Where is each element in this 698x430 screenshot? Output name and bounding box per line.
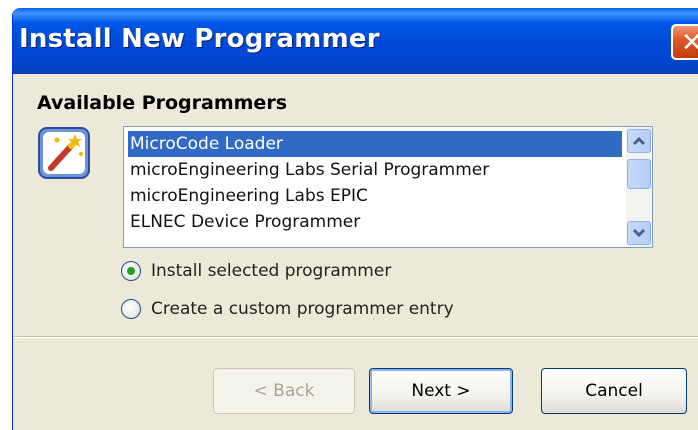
- cancel-button[interactable]: Cancel: [541, 368, 687, 414]
- radio-selected-dot: [127, 267, 135, 275]
- install-selected-radio[interactable]: [121, 261, 141, 281]
- list-item-serial-programmer[interactable]: microEngineering Labs Serial Programmer: [128, 157, 489, 183]
- back-button[interactable]: < Back: [213, 368, 355, 414]
- window-title: Install New Programmer: [19, 24, 380, 54]
- section-heading: Available Programmers: [37, 92, 287, 114]
- title-bar[interactable]: Install New Programmer ✕: [13, 8, 698, 74]
- install-new-programmer-dialog: Install New Programmer ✕ Available Progr…: [12, 8, 698, 430]
- wand-wizard-icon: [38, 127, 90, 179]
- list-item-elnec-programmer[interactable]: ELNEC Device Programmer: [128, 209, 360, 235]
- scroll-thumb[interactable]: [627, 159, 651, 189]
- list-scrollbar[interactable]: [626, 127, 652, 247]
- list-item-epic[interactable]: microEngineering Labs EPIC: [128, 183, 368, 209]
- scroll-up-button[interactable]: [627, 129, 651, 153]
- chevron-up-icon: [632, 136, 646, 146]
- install-selected-label: Install selected programmer: [151, 261, 392, 281]
- create-custom-radio[interactable]: [121, 299, 141, 319]
- list-item-microcode-loader[interactable]: MicroCode Loader: [128, 131, 622, 157]
- programmers-listbox[interactable]: MicroCode Loader microEngineering Labs S…: [123, 126, 653, 248]
- next-button[interactable]: Next >: [369, 368, 513, 414]
- chevron-down-icon: [632, 228, 646, 238]
- scroll-down-button[interactable]: [627, 221, 651, 245]
- close-icon: ✕: [681, 28, 698, 58]
- create-custom-label: Create a custom programmer entry: [151, 299, 454, 319]
- close-button[interactable]: ✕: [671, 24, 698, 60]
- footer-separator: [13, 336, 698, 338]
